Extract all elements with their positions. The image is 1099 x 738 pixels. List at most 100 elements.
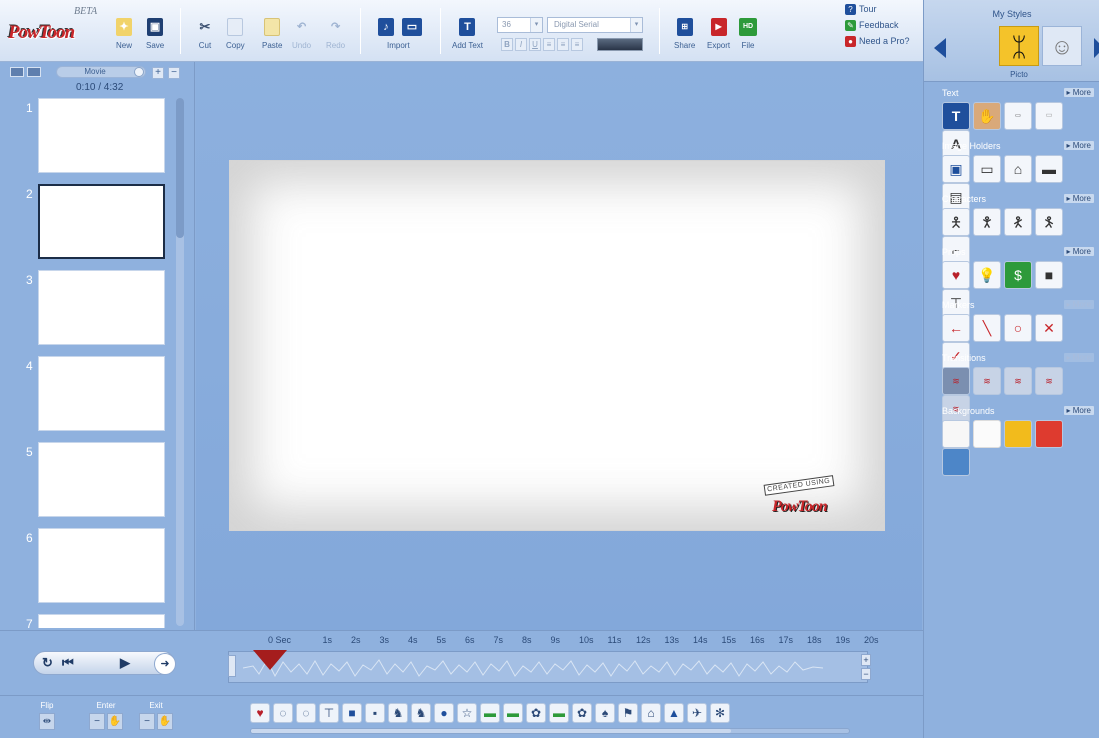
background-grid-tile[interactable]: [973, 420, 1001, 448]
audio-waveform-track[interactable]: + −: [228, 650, 871, 683]
list-view-icon[interactable]: [10, 67, 24, 77]
laptop-frame-tile[interactable]: ▬: [1035, 155, 1063, 183]
rewind-icon[interactable]: ⏮: [62, 655, 74, 671]
more-button[interactable]: ▸ More: [1063, 141, 1094, 150]
lightbulb-prop-tile[interactable]: 💡: [973, 261, 1001, 289]
text-box-icon[interactable]: ■: [342, 703, 362, 723]
character-cheer-tile[interactable]: 🯆: [973, 208, 1001, 236]
powtoon-logo[interactable]: PowToon BETA: [8, 6, 97, 48]
camera-icon[interactable]: ▪: [365, 703, 385, 723]
remove-slide-button[interactable]: −: [168, 67, 180, 79]
fire-icon[interactable]: ♠: [595, 703, 615, 723]
playhead-marker[interactable]: [253, 650, 287, 670]
character-point-tile[interactable]: 🯈: [1035, 208, 1063, 236]
slide-thumbnail[interactable]: 6: [0, 528, 175, 608]
undo-button[interactable]: ↶ Undo: [292, 18, 311, 50]
background-blue-tile[interactable]: [942, 448, 970, 476]
background-red-tile[interactable]: [1035, 420, 1063, 448]
slide-thumbnail[interactable]: 7: [0, 614, 175, 628]
slide-thumbnail[interactable]: 3: [0, 270, 175, 350]
next-slide-icon[interactable]: ➜: [154, 653, 176, 675]
background-yellow-tile[interactable]: [1004, 420, 1032, 448]
heart-icon[interactable]: ♥: [250, 703, 270, 723]
money-icon[interactable]: ▬: [480, 703, 500, 723]
tour-link[interactable]: ? Tour: [845, 4, 910, 20]
chart-icon[interactable]: ▲: [664, 703, 684, 723]
file-button[interactable]: HD File: [739, 18, 757, 50]
play-icon[interactable]: ▶: [120, 655, 130, 671]
gear-icon[interactable]: ✿: [572, 703, 592, 723]
cross-marker-tile[interactable]: ✕: [1035, 314, 1063, 342]
slide-thumbnail[interactable]: 1: [0, 98, 175, 178]
slide-canvas[interactable]: CREATED USING PowToon: [229, 160, 885, 531]
zoom-out-button[interactable]: −: [861, 668, 871, 680]
align-right-icon[interactable]: ≡: [571, 38, 583, 51]
transition-tile[interactable]: ≋: [942, 367, 970, 395]
heart-prop-tile[interactable]: ♥: [942, 261, 970, 289]
next-style-arrow-icon[interactable]: [1094, 38, 1099, 58]
bird-icon[interactable]: ✈: [687, 703, 707, 723]
exit-hand-button[interactable]: ✋: [157, 713, 173, 730]
slide-thumbnail-selected[interactable]: 2: [0, 184, 175, 264]
align-center-icon[interactable]: ≡: [557, 38, 569, 51]
text-banner-tile[interactable]: ▭: [1004, 102, 1032, 130]
circle-marker-tile[interactable]: ○: [1004, 314, 1032, 342]
text-color-picker[interactable]: [597, 38, 643, 51]
feedback-link[interactable]: ✎ Feedback: [845, 20, 910, 36]
enter-none-button[interactable]: −: [89, 713, 105, 730]
house-icon[interactable]: ⌂: [641, 703, 661, 723]
grid-view-icon[interactable]: [27, 67, 41, 77]
globe-icon[interactable]: ●: [434, 703, 454, 723]
movie-mode-toggle[interactable]: Movie: [56, 66, 146, 78]
more-button[interactable]: ▸ More: [1063, 247, 1094, 256]
view-toggle[interactable]: [10, 67, 48, 77]
align-left-icon[interactable]: ≡: [543, 38, 555, 51]
money-prop-tile[interactable]: $: [1004, 261, 1032, 289]
more-button[interactable]: ▸ More: [1063, 194, 1094, 203]
star-icon[interactable]: ☆: [457, 703, 477, 723]
money-icon[interactable]: ▬: [503, 703, 523, 723]
more-button[interactable]: ▸ More: [1063, 353, 1094, 362]
paste-button[interactable]: Paste: [262, 18, 282, 50]
character-pose-tile[interactable]: 🯇: [1004, 208, 1032, 236]
more-button[interactable]: ▸ More: [1063, 88, 1094, 97]
replay-icon[interactable]: ↻: [42, 655, 53, 671]
style-sketch[interactable]: ☺: [1042, 26, 1082, 66]
money-icon[interactable]: ▬: [549, 703, 569, 723]
exit-none-button[interactable]: −: [139, 713, 155, 730]
flag-icon[interactable]: ⚑: [618, 703, 638, 723]
rect-frame-tile[interactable]: ▭: [973, 155, 1001, 183]
slide-thumbnail[interactable]: 4: [0, 356, 175, 436]
export-button[interactable]: ▶ Export: [707, 18, 730, 50]
zoom-in-button[interactable]: +: [861, 654, 871, 666]
enter-hand-button[interactable]: ✋: [107, 713, 123, 730]
scrollbar-thumb[interactable]: [176, 98, 184, 238]
add-text-button[interactable]: T Add Text: [452, 18, 483, 50]
underline-button[interactable]: U: [529, 38, 541, 51]
text-box-tile[interactable]: T: [942, 102, 970, 130]
arrow-marker-tile[interactable]: ←: [942, 314, 970, 342]
animal-icon[interactable]: ♞: [388, 703, 408, 723]
bold-button[interactable]: B: [501, 38, 513, 51]
add-slide-button[interactable]: +: [152, 67, 164, 79]
copy-button[interactable]: Copy: [226, 18, 245, 50]
slide-thumbnail[interactable]: 5: [0, 442, 175, 522]
scrollbar-thumb[interactable]: [251, 729, 731, 733]
transition-tile[interactable]: ≋: [1035, 367, 1063, 395]
font-size-select[interactable]: 36 ▾: [497, 17, 543, 33]
cut-button[interactable]: ✂ Cut: [197, 18, 213, 50]
flip-button[interactable]: ⇹: [39, 713, 55, 730]
character-standing-tile[interactable]: 🯅: [942, 208, 970, 236]
prev-style-arrow-icon[interactable]: [934, 38, 946, 58]
font-family-select[interactable]: Digital Serial ▾: [547, 17, 643, 33]
animal-icon[interactable]: ♞: [411, 703, 431, 723]
more-button[interactable]: ▸ More: [1063, 406, 1094, 415]
audio-toggle-icon[interactable]: [228, 655, 236, 677]
line-marker-tile[interactable]: ╲: [973, 314, 1001, 342]
snowflake-icon[interactable]: ✻: [710, 703, 730, 723]
camera-prop-tile[interactable]: ■: [1035, 261, 1063, 289]
share-button[interactable]: ⊞ Share: [674, 18, 695, 50]
image-frame-tile[interactable]: ▣: [942, 155, 970, 183]
transition-tile[interactable]: ≋: [973, 367, 1001, 395]
transition-tile[interactable]: ≋: [1004, 367, 1032, 395]
